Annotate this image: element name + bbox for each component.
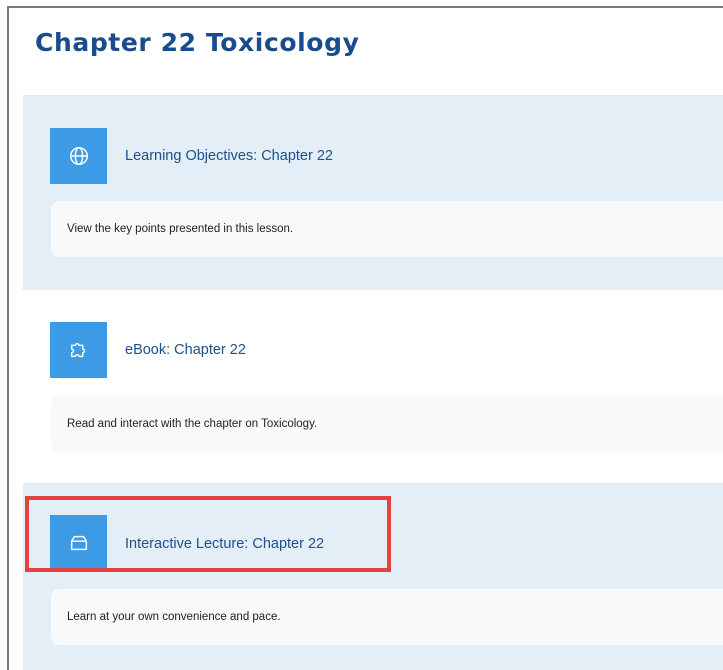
activity-description: Learn at your own convenience and pace. xyxy=(51,589,723,645)
activity-link-interactive-lecture[interactable]: Interactive Lecture: Chapter 22 xyxy=(125,536,324,552)
activity-icon-tile[interactable] xyxy=(50,128,107,184)
activity-learning-objectives: Learning Objectives: Chapter 22 View the… xyxy=(23,95,723,290)
activity-icon-tile[interactable] xyxy=(50,515,107,571)
activity-description: View the key points presented in this le… xyxy=(51,201,723,257)
activity-link-ebook[interactable]: eBook: Chapter 22 xyxy=(125,342,246,358)
activity-interactive-lecture: Interactive Lecture: Chapter 22 Learn at… xyxy=(23,483,723,670)
course-page: Chapter 22 Toxicology Learning Objective… xyxy=(7,6,723,670)
activity-description-text: View the key points presented in this le… xyxy=(67,223,294,235)
puzzle-icon xyxy=(70,342,85,358)
activity-icon-tile[interactable] xyxy=(50,322,107,378)
page-title: Chapter 22 Toxicology xyxy=(35,28,360,57)
activity-description-text: Learn at your own convenience and pace. xyxy=(67,611,281,623)
box-icon xyxy=(70,535,87,551)
activity-description-text: Read and interact with the chapter on To… xyxy=(67,418,318,430)
activity-link-learning-objectives[interactable]: Learning Objectives: Chapter 22 xyxy=(125,148,333,164)
activity-ebook: eBook: Chapter 22 Read and interact with… xyxy=(23,290,723,478)
globe-icon xyxy=(69,147,88,165)
activity-description: Read and interact with the chapter on To… xyxy=(51,396,723,452)
